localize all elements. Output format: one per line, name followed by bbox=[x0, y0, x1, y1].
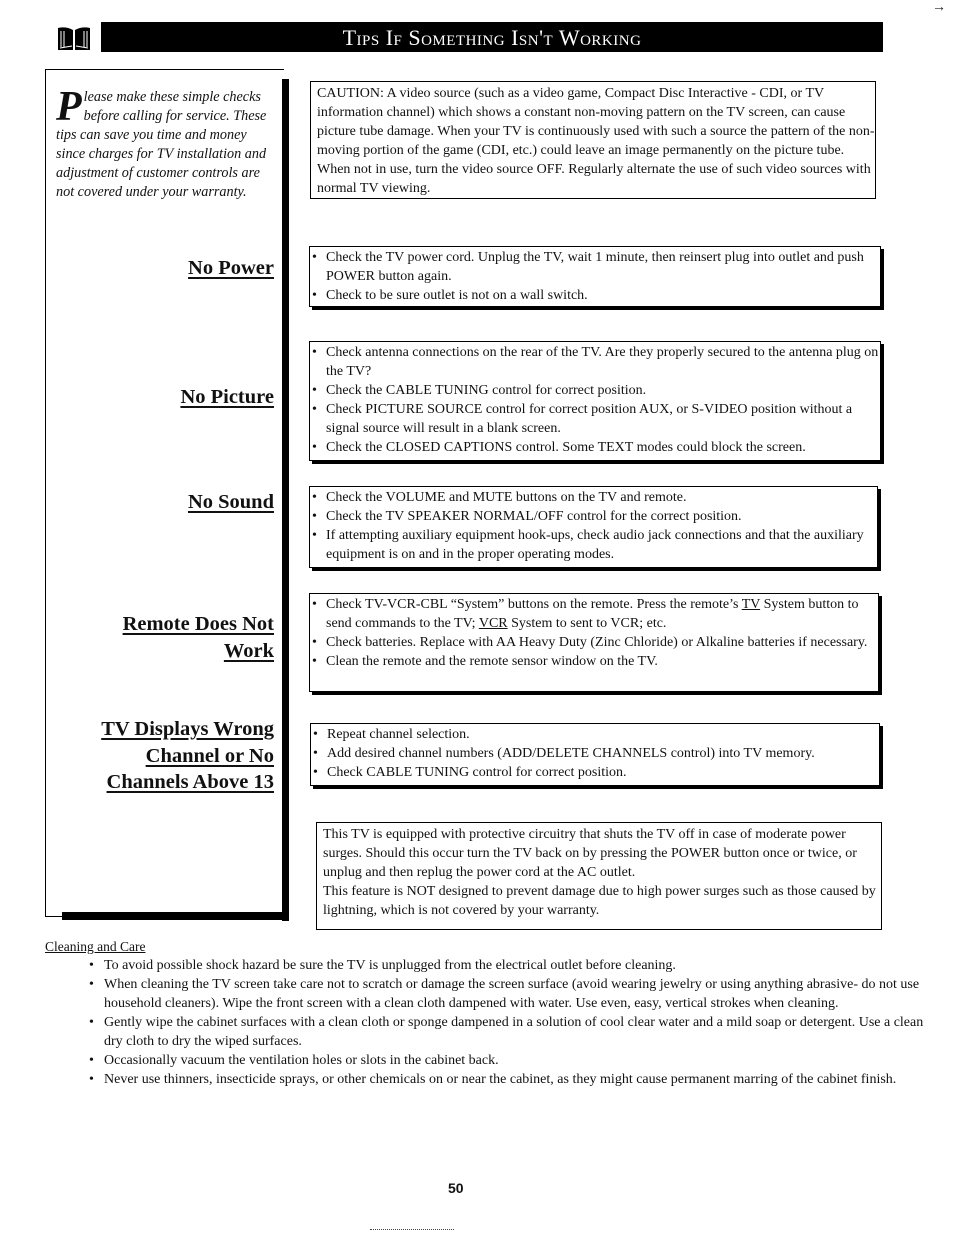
list-item: Never use thinners, insecticide sprays, … bbox=[45, 1070, 925, 1089]
remote-box: Check TV-VCR-CBL “System” buttons on the… bbox=[309, 593, 879, 692]
text: System to sent to VCR; etc. bbox=[507, 616, 667, 631]
list-item: Check the TV SPEAKER NORMAL/OFF control … bbox=[310, 507, 877, 526]
drop-cap: P bbox=[56, 84, 82, 130]
no-power-box: Check the TV power cord. Unplug the TV, … bbox=[309, 246, 881, 307]
caution-box: CAUTION: A video source (such as a video… bbox=[310, 81, 876, 199]
scan-artifact bbox=[370, 1229, 454, 1230]
heading-line: Channels Above 13 bbox=[106, 771, 274, 793]
intro-note: Please make these simple checks before c… bbox=[56, 84, 278, 202]
heading-no-picture: No Picture bbox=[180, 386, 274, 408]
open-book-icon bbox=[56, 24, 92, 52]
no-sound-box: Check the VOLUME and MUTE buttons on the… bbox=[309, 486, 878, 568]
list-item: Check antenna connections on the rear of… bbox=[310, 343, 880, 381]
list-item: Gently wipe the cabinet surfaces with a … bbox=[45, 1013, 925, 1051]
no-picture-box: Check antenna connections on the rear of… bbox=[309, 341, 881, 461]
list-item: If attempting auxiliary equipment hook-u… bbox=[310, 526, 877, 564]
list-item: Clean the remote and the remote sensor w… bbox=[310, 652, 878, 671]
list-item: Repeat channel selection. bbox=[311, 725, 879, 744]
cleaning-title: Cleaning and Care bbox=[45, 939, 146, 954]
text: Check TV-VCR-CBL “System” buttons on the… bbox=[326, 597, 742, 612]
cleaning-section: Cleaning and Care To avoid possible shoc… bbox=[45, 937, 925, 1089]
intro-text: lease make these simple checks before ca… bbox=[56, 89, 267, 200]
list-item: Check the TV power cord. Unplug the TV, … bbox=[310, 248, 880, 286]
list-item: Check to be sure outlet is not on a wall… bbox=[310, 286, 880, 305]
panel-shadow bbox=[282, 79, 289, 921]
heading-line: Channel or No bbox=[145, 744, 274, 767]
tv-system-label: TV bbox=[741, 597, 761, 612]
surge-text: This TV is equipped with protective circ… bbox=[323, 827, 857, 880]
list-item: Check TV-VCR-CBL “System” buttons on the… bbox=[310, 595, 878, 633]
list-item: Add desired channel numbers (ADD/DELETE … bbox=[311, 744, 879, 763]
heading-line: TV Displays Wrong bbox=[101, 718, 274, 740]
surge-protection-note: This TV is equipped with protective circ… bbox=[316, 822, 882, 930]
vcr-system-label: VCR bbox=[478, 616, 508, 631]
heading-remote-does-not-work: Remote Does Not Work bbox=[123, 611, 274, 664]
heading-no-sound: No Sound bbox=[187, 491, 274, 513]
wrong-channel-box: Repeat channel selection. Add desired ch… bbox=[310, 723, 880, 786]
caution-text: CAUTION: A video source (such as a video… bbox=[317, 86, 875, 196]
page-number: 50 bbox=[448, 1180, 464, 1196]
page-title: Tips If Something Isn't Working bbox=[342, 25, 642, 50]
list-item: Occasionally vacuum the ventilation hole… bbox=[45, 1051, 925, 1070]
panel-shadow bbox=[62, 912, 289, 920]
page-title-bar: Tips If Something Isn't Working bbox=[101, 22, 883, 52]
list-item: Check the CABLE TUNING control for corre… bbox=[310, 381, 880, 400]
list-item: To avoid possible shock hazard be sure t… bbox=[45, 956, 925, 975]
heading-wrong-channel: TV Displays Wrong Channel or No Channels… bbox=[101, 716, 274, 796]
surge-text: This feature is NOT designed to prevent … bbox=[323, 884, 876, 918]
list-item: Check CABLE TUNING control for correct p… bbox=[311, 763, 879, 782]
list-item: Check the VOLUME and MUTE buttons on the… bbox=[310, 488, 877, 507]
heading-line: Work bbox=[223, 639, 274, 662]
list-item: When cleaning the TV screen take care no… bbox=[45, 975, 925, 1013]
heading-no-power: No Power bbox=[188, 257, 274, 279]
list-item: Check batteries. Replace with AA Heavy D… bbox=[310, 633, 878, 652]
heading-line: Remote Does Not bbox=[122, 613, 274, 635]
list-item: Check PICTURE SOURCE control for correct… bbox=[310, 400, 880, 438]
list-item: Check the CLOSED CAPTIONS control. Some … bbox=[310, 438, 880, 457]
scan-corner-mark: → bbox=[932, 0, 946, 15]
